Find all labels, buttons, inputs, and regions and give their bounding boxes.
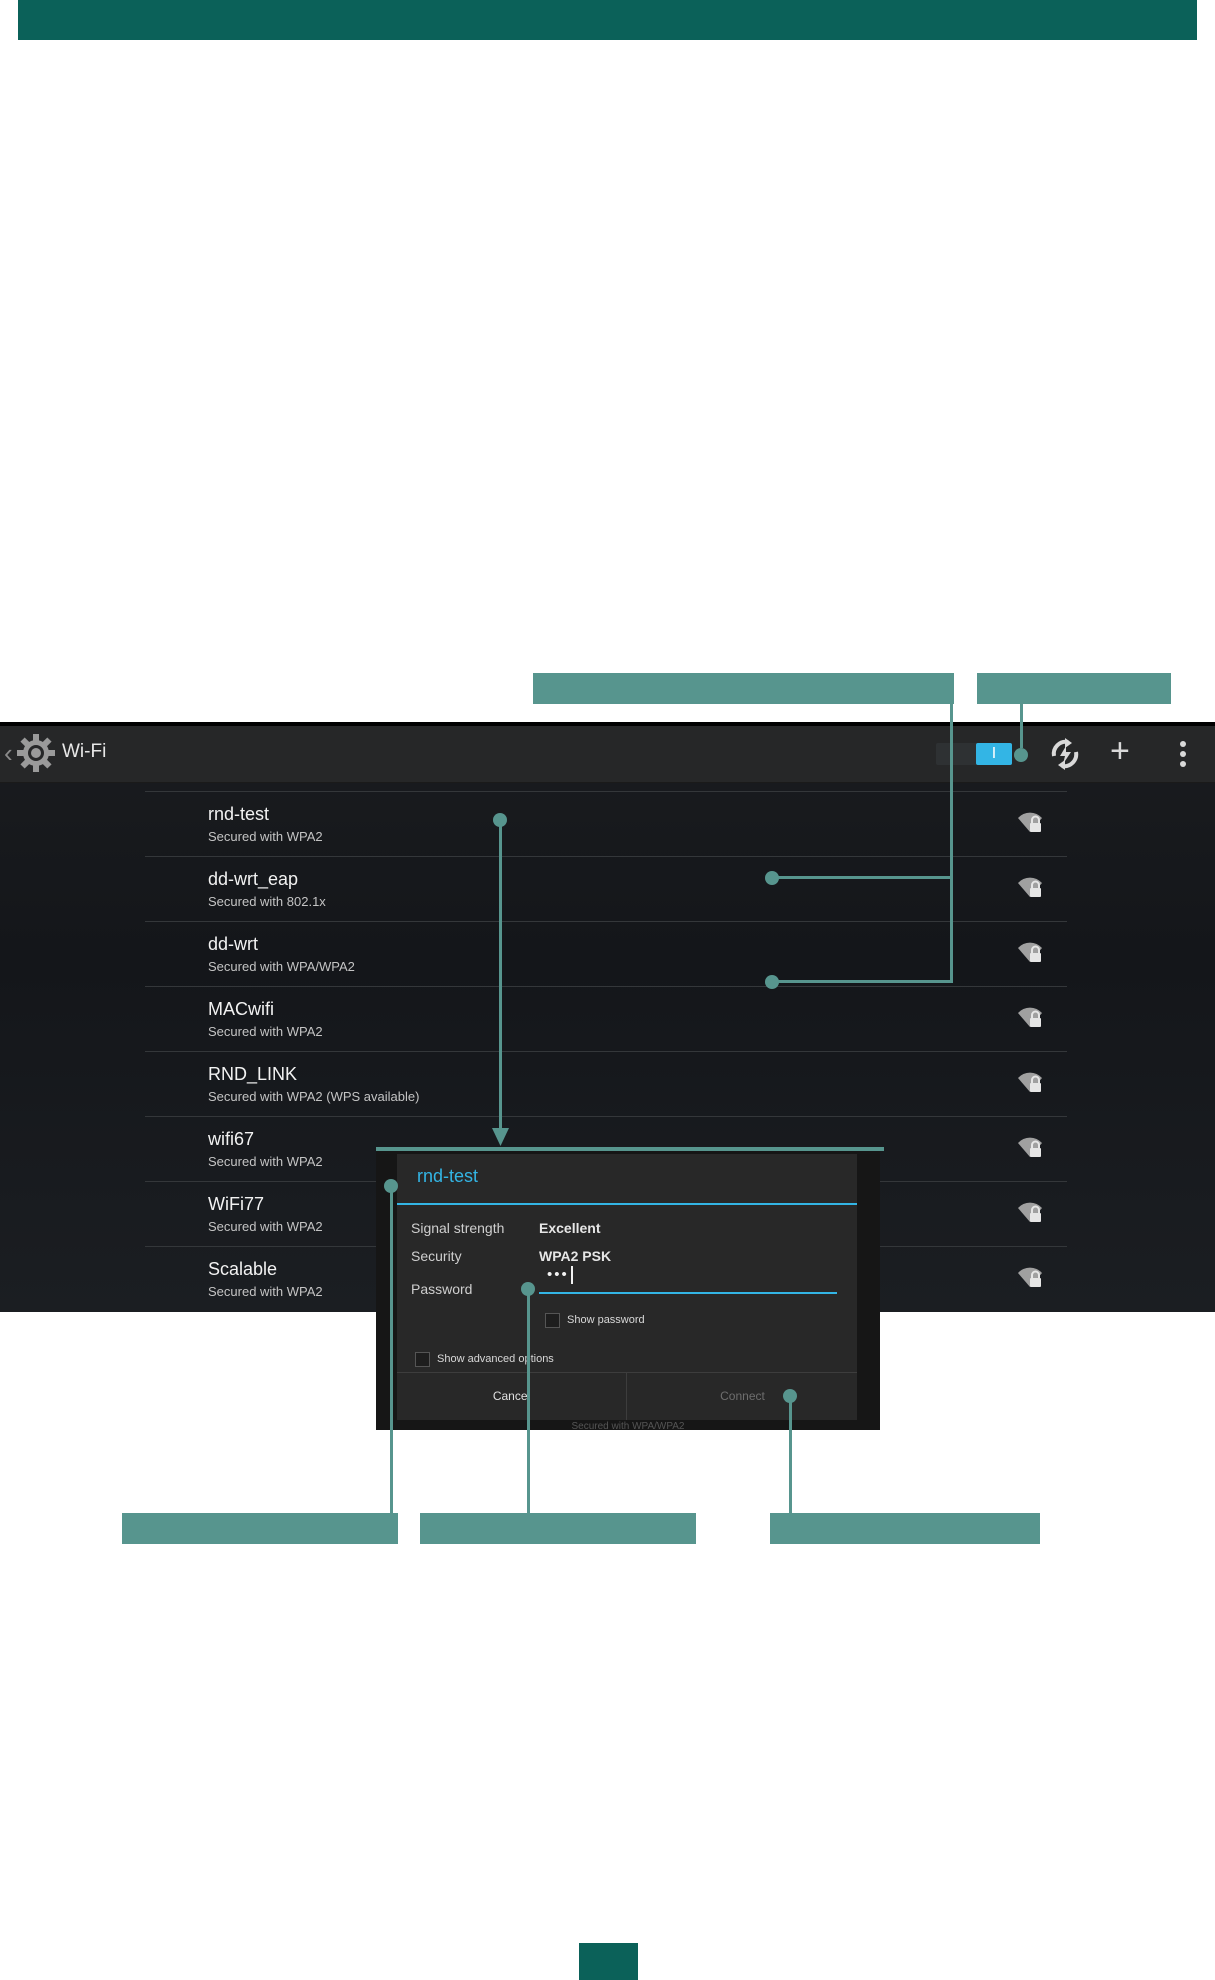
action-bar: ‹ Wi-Fi I + [0,726,1215,783]
network-row[interactable]: rnd-test Secured with WPA2 [145,791,1067,856]
wifi-lock-icon [1018,1202,1042,1222]
dialog-top-rule [376,1147,884,1151]
network-security: Secured with WPA/WPA2 [208,959,355,974]
callout-dot [1014,748,1028,762]
callout-line [950,704,953,983]
network-name: wifi67 [208,1129,255,1149]
wifi-lock-icon [1018,1072,1042,1092]
network-name: RND_LINK [208,1064,298,1084]
network-name: rnd-test [208,804,270,824]
page-header-bar [18,0,1197,40]
connect-dialog: rnd-test Signal strength Excellent Secur… [397,1154,857,1420]
wifi-lock-icon [1018,877,1042,897]
callout-dot [765,975,779,989]
network-security: Secured with WPA2 [208,1284,323,1299]
callout-box-connect [770,1513,1040,1544]
network-name: WiFi77 [208,1194,265,1214]
action-bar-title: Wi-Fi [62,741,107,762]
show-advanced-checkbox[interactable] [415,1352,430,1367]
network-row[interactable]: dd-wrt_eap Secured with 802.1x [145,856,1067,921]
show-advanced-label: Show advanced options [437,1353,554,1365]
callout-line [789,1396,792,1513]
network-security: Secured with 802.1x [208,894,326,909]
password-value: ••• [547,1266,569,1283]
behind-dialog-text: Secured with WPA/WPA2 [571,1421,685,1432]
network-name: MACwifi [208,999,274,1019]
network-security: Secured with WPA2 [208,1154,323,1169]
password-label: Password [411,1281,473,1297]
signal-strength-label: Signal strength [411,1220,505,1236]
callout-line [499,820,502,1132]
show-password-checkbox[interactable] [545,1313,560,1328]
add-network-icon[interactable]: + [1110,733,1130,769]
callout-dot [765,871,779,885]
network-security: Secured with WPA2 [208,1024,323,1039]
network-name: dd-wrt_eap [208,869,299,889]
network-row[interactable]: dd-wrt Secured with WPA/WPA2 [145,921,1067,986]
wps-icon[interactable] [1048,736,1082,772]
signal-strength-value: Excellent [539,1220,601,1236]
text-cursor [570,1266,573,1285]
overflow-menu-icon[interactable] [1179,739,1187,769]
show-password-label: Show password [567,1314,645,1326]
callout-line [1020,704,1023,748]
arrow-down-icon [492,1128,509,1146]
network-name: Scalable [208,1259,278,1279]
callout-box-dialog-title [122,1513,398,1544]
callout-line [771,980,953,983]
callout-box-networks [533,673,954,704]
cancel-button[interactable]: Cancel [397,1372,626,1420]
wifi-lock-icon [1018,1007,1042,1027]
wifi-lock-icon [1018,812,1042,832]
page-number-block [579,1943,638,1980]
callout-line [771,876,953,879]
wifi-lock-icon [1018,1267,1042,1287]
button-separator [626,1372,627,1420]
wifi-toggle-thumb[interactable]: I [976,743,1012,765]
callout-box-toggle [977,673,1171,704]
connect-button[interactable]: Connect [628,1372,857,1420]
back-chevron-icon[interactable]: ‹ [4,738,13,769]
dialog-title-divider [397,1203,857,1205]
wifi-lock-icon [1018,942,1042,962]
wifi-lock-icon [1018,1137,1042,1157]
network-name: dd-wrt [208,934,259,954]
settings-gear-icon[interactable] [14,731,58,775]
network-row[interactable]: MACwifi Secured with WPA2 [145,986,1067,1051]
network-security: Secured with WPA2 [208,829,323,844]
dialog-title: rnd-test [417,1166,479,1186]
callout-box-password [420,1513,696,1544]
security-value: WPA2 PSK [539,1248,612,1264]
callout-line [527,1289,530,1513]
network-security: Secured with WPA2 [208,1219,323,1234]
network-row[interactable]: RND_LINK Secured with WPA2 (WPS available… [145,1051,1067,1116]
security-label: Security [411,1248,462,1264]
callout-line [390,1186,393,1513]
password-input[interactable]: ••• [539,1266,837,1294]
network-security: Secured with WPA2 (WPS available) [208,1089,420,1104]
